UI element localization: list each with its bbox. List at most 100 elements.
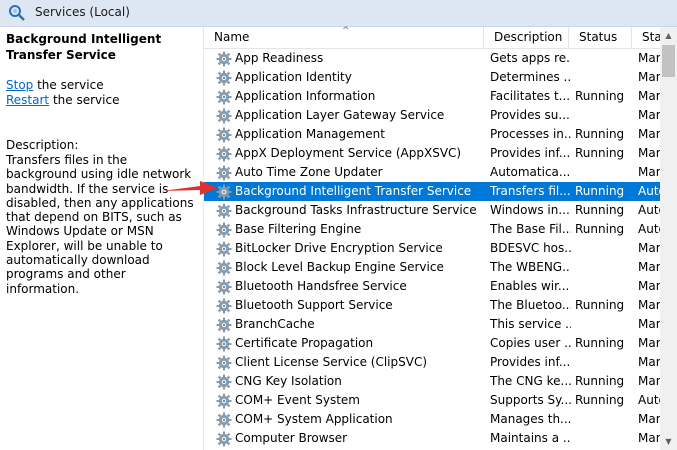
service-description: Transfers fil... — [490, 184, 571, 198]
service-status: Running — [575, 298, 625, 312]
service-name: Application Information — [235, 89, 376, 103]
column-description[interactable]: Description — [484, 27, 569, 48]
service-description: Enables wir... — [490, 279, 570, 293]
gear-icon — [216, 412, 232, 428]
service-row[interactable]: App Readiness Gets apps re... Mar — [204, 49, 660, 68]
service-startup-type: Mar — [638, 241, 660, 255]
service-status: Running — [575, 184, 625, 198]
service-row[interactable]: Base Filtering Engine The Base Fil... Ru… — [204, 220, 660, 239]
service-row[interactable]: Auto Time Zone Updater Automatica... Mar — [204, 163, 660, 182]
service-name: Bluetooth Support Service — [235, 298, 393, 312]
service-row[interactable]: Application Information Facilitates t...… — [204, 87, 660, 106]
service-name: Computer Browser — [235, 431, 348, 445]
service-description: Facilitates t... — [490, 89, 571, 103]
service-row[interactable]: Bluetooth Handsfree Service Enables wir.… — [204, 277, 660, 296]
stop-link[interactable]: Stop — [6, 78, 33, 92]
service-row[interactable]: COM+ System Application Manages th... Ma… — [204, 410, 660, 429]
service-status — [575, 315, 635, 334]
column-description-label: Description — [494, 30, 563, 44]
service-startup-type: Mar — [638, 108, 660, 122]
service-status — [575, 68, 635, 87]
gear-icon — [216, 222, 232, 238]
service-row[interactable]: Block Level Backup Engine Service The WB… — [204, 258, 660, 277]
gear-magnifier-icon — [9, 5, 25, 21]
service-description: Processes in... — [490, 127, 571, 141]
service-rows: App Readiness Gets apps re... Mar Applic… — [204, 49, 660, 448]
service-status: Running — [575, 203, 625, 217]
gear-icon — [216, 431, 232, 447]
service-name: COM+ System Application — [235, 412, 393, 426]
services-title-bar: Services (Local) — [0, 0, 677, 27]
service-startup-type: Auto — [638, 203, 660, 217]
service-description: The CNG ke... — [490, 374, 571, 388]
service-status — [575, 410, 635, 429]
service-row[interactable]: AppX Deployment Service (AppXSVC) Provid… — [204, 144, 660, 163]
service-startup-type: Mar — [638, 146, 660, 160]
service-row[interactable]: BitLocker Drive Encryption Service BDESV… — [204, 239, 660, 258]
service-row[interactable]: BranchCache This service ... Mar — [204, 315, 660, 334]
selected-service-name: Background Intelligent Transfer Service — [6, 32, 162, 62]
service-row[interactable]: COM+ Event System Supports Sy... Running… — [204, 391, 660, 410]
gear-icon — [216, 393, 232, 409]
gear-icon — [216, 260, 232, 276]
service-startup-type: Mar — [638, 260, 660, 274]
service-startup-type: Auto — [638, 222, 660, 236]
column-name[interactable]: Name ^ — [204, 26, 484, 48]
gear-icon — [216, 51, 232, 67]
gear-icon — [216, 298, 232, 314]
service-row[interactable]: Background Intelligent Transfer Service … — [204, 182, 660, 201]
service-name: AppX Deployment Service (AppXSVC) — [235, 146, 462, 160]
scroll-thumb[interactable] — [662, 45, 675, 77]
service-name: Bluetooth Handsfree Service — [235, 279, 407, 293]
gear-icon — [216, 89, 232, 105]
column-name-label: Name — [214, 30, 250, 44]
service-startup-type: Mar — [638, 165, 660, 179]
gear-icon — [216, 146, 232, 162]
service-row[interactable]: Application Management Processes in... R… — [204, 125, 660, 144]
service-description: Automatica... — [490, 165, 571, 179]
gear-icon — [216, 241, 232, 257]
service-status: Running — [575, 222, 625, 236]
service-status — [575, 429, 635, 448]
column-status[interactable]: Status — [569, 27, 632, 48]
service-row[interactable]: Client License Service (ClipSVC) Provide… — [204, 353, 660, 372]
column-status-label: Status — [579, 30, 618, 44]
description-text: Transfers files in the background using … — [6, 153, 194, 296]
service-status: Running — [575, 146, 625, 160]
service-name: Application Identity — [235, 70, 352, 84]
service-name: Auto Time Zone Updater — [235, 165, 383, 179]
service-status: Running — [575, 336, 625, 350]
service-startup-type: Mar — [638, 127, 660, 141]
service-row[interactable]: CNG Key Isolation The CNG ke... Running … — [204, 372, 660, 391]
service-row[interactable]: Bluetooth Support Service The Bluetoo...… — [204, 296, 660, 315]
service-detail-panel: Background Intelligent Transfer Service … — [0, 27, 204, 450]
service-row[interactable]: Computer Browser Maintains a ... Mar — [204, 429, 660, 448]
column-startup-type[interactable]: Star — [632, 27, 667, 48]
service-startup-type: Mar — [638, 298, 660, 312]
service-row[interactable]: Application Identity Determines ... Mar — [204, 68, 660, 87]
service-name: Application Layer Gateway Service — [235, 108, 445, 122]
restart-action: Restart the service — [6, 93, 119, 108]
gear-icon — [216, 70, 232, 86]
service-startup-type: Mar — [638, 279, 660, 293]
gear-icon — [216, 374, 232, 390]
service-description: BDESVC hos... — [490, 241, 571, 255]
service-row[interactable]: Background Tasks Infrastructure Service … — [204, 201, 660, 220]
service-row[interactable]: Application Layer Gateway Service Provid… — [204, 106, 660, 125]
scroll-down-icon[interactable]: ▼ — [660, 433, 677, 450]
service-name: BitLocker Drive Encryption Service — [235, 241, 443, 255]
column-header: Name ^ Description Status Star — [204, 26, 667, 49]
gear-icon — [216, 127, 232, 143]
service-status: Running — [575, 374, 625, 388]
scroll-up-icon[interactable]: ▲ — [660, 27, 677, 44]
service-name: Certificate Propagation — [235, 336, 374, 350]
vertical-scrollbar[interactable]: ▲ ▼ — [660, 27, 677, 450]
service-row[interactable]: Certificate Propagation Copies user ... … — [204, 334, 660, 353]
service-name: CNG Key Isolation — [235, 374, 342, 388]
service-description: Determines ... — [490, 70, 571, 84]
restart-link[interactable]: Restart — [6, 93, 49, 107]
service-startup-type: Mar — [638, 431, 660, 445]
service-status — [575, 239, 635, 258]
service-startup-type: Mar — [638, 51, 660, 65]
stop-suffix: the service — [33, 78, 104, 92]
